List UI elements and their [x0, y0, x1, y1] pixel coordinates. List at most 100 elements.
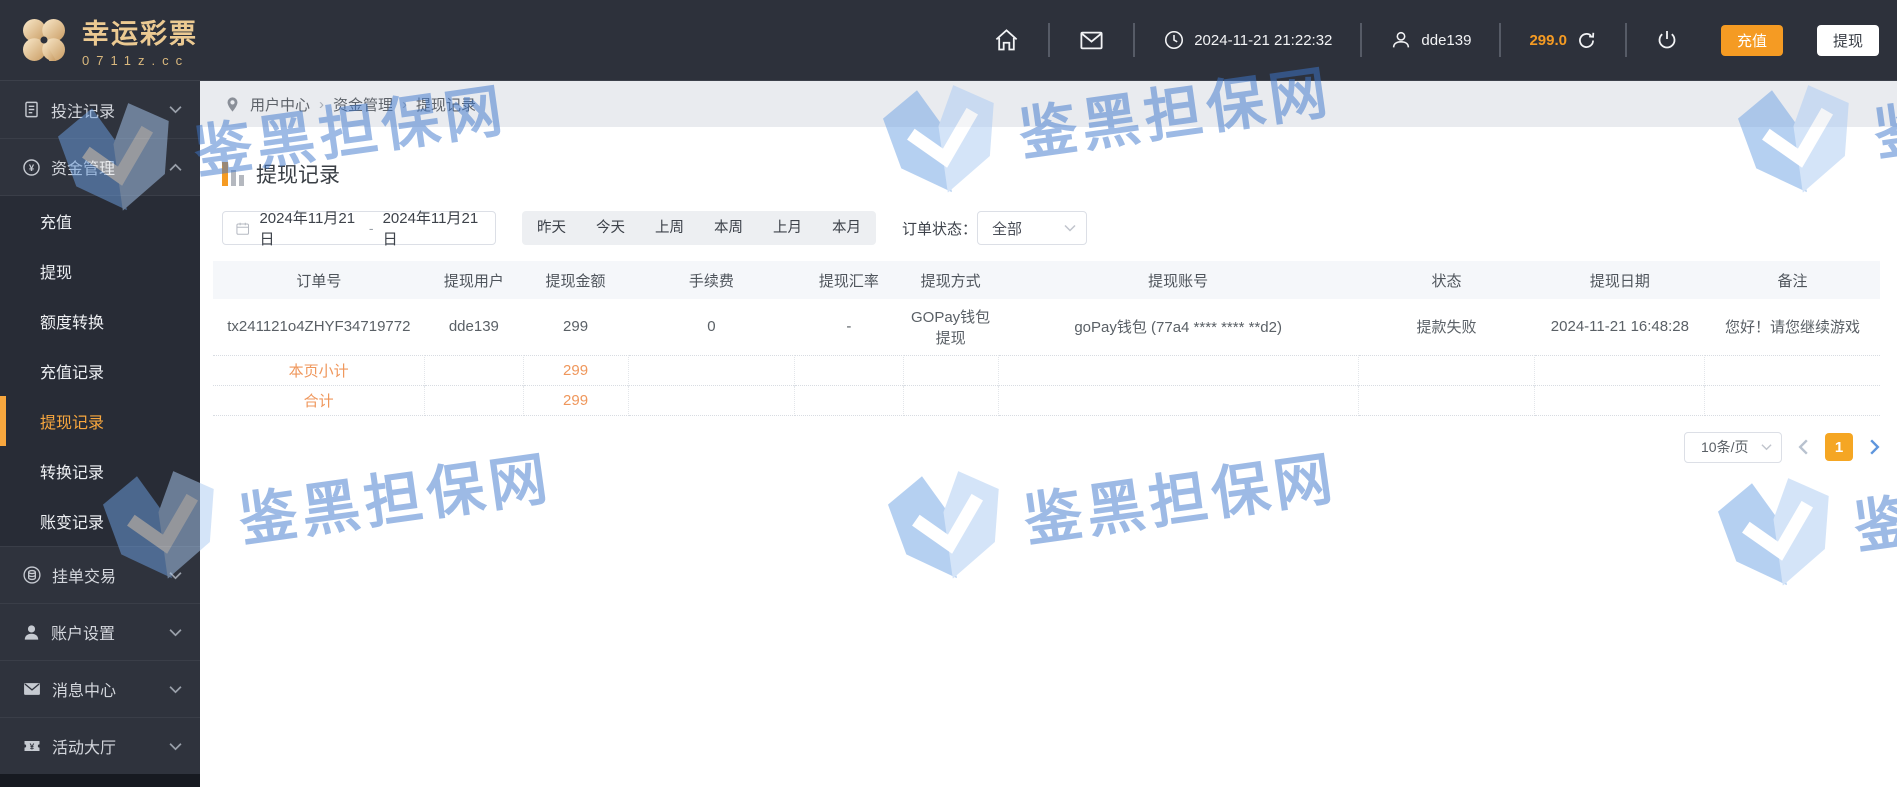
sidebar-item-account-change-records[interactable]: 账变记录 [0, 496, 200, 546]
recharge-button[interactable]: 充值 [1721, 24, 1783, 56]
breadcrumb-item-funds[interactable]: 资金管理 [333, 94, 393, 115]
order-status-select[interactable]: 全部 [977, 211, 1088, 245]
filter-this-month[interactable]: 本月 [817, 211, 876, 245]
header-divider [1048, 23, 1051, 57]
chevron-down-icon [169, 571, 182, 580]
app-root: 幸运彩票 0711z.cc 2024-11-21 21:22:32 dde139 [0, 0, 1897, 787]
chevron-up-icon [169, 163, 182, 172]
chevron-down-icon [1761, 444, 1772, 451]
location-pin-icon [227, 96, 238, 112]
pending-orders-icon [23, 566, 41, 584]
page-title: 提现记录 [256, 164, 340, 187]
withdraw-button[interactable]: 提现 [1817, 24, 1879, 56]
funds-icon: ¥ [23, 158, 40, 176]
filter-last-month[interactable]: 上月 [758, 211, 817, 245]
filter-last-week[interactable]: 上周 [640, 211, 699, 245]
withdraw-records-table: 订单号 提现用户 提现金额 手续费 提现汇率 提现方式 提现账号 状态 提现日期… [213, 261, 1880, 416]
header-divider [1133, 23, 1136, 57]
order-status-label: 订单状态： [902, 220, 978, 238]
pagination: 10条/页 1 [213, 431, 1880, 463]
content: 提现记录 2024年11月21日 - 2024年11月21日 昨天 今天 上周 … [200, 127, 1897, 787]
cell-user: dde139 [448, 318, 499, 336]
site-title: 幸运彩票 [82, 19, 198, 49]
sidebar-bottom-strip [0, 774, 200, 787]
top-header: 幸运彩票 0711z.cc 2024-11-21 21:22:32 dde139 [0, 0, 1897, 81]
account-settings-icon [24, 624, 39, 640]
user-menu[interactable]: dde139 [1390, 29, 1471, 51]
date-start: 2024年11月21日 [259, 210, 356, 248]
sidebar: 投注记录 ¥ 资金管理 充值 提现 额度转换 充值记录 提现记录 转换记录 账变… [0, 81, 200, 787]
sidebar-item-withdraw-records[interactable]: 提现记录 [0, 396, 200, 446]
page-number-button[interactable]: 1 [1825, 433, 1853, 461]
total-amount: 299 [523, 384, 629, 416]
quick-date-filters: 昨天 今天 上周 本周 上月 本月 [522, 211, 876, 245]
clover-logo-icon [23, 19, 65, 61]
cell-rate: - [846, 318, 852, 336]
table-header-row: 订单号 提现用户 提现金额 手续费 提现汇率 提现方式 提现账号 状态 提现日期… [213, 261, 1880, 299]
date-end: 2024年11月21日 [382, 210, 479, 248]
sidebar-item-deposit-records[interactable]: 充值记录 [0, 346, 200, 396]
message-center-icon [24, 683, 40, 695]
sidebar-item-activity-hall[interactable]: ¥ 活动大厅 [0, 717, 200, 774]
mail-icon[interactable] [1078, 27, 1105, 54]
cell-amount: 299 [563, 318, 589, 336]
sidebar-item-transfer-records[interactable]: 转换记录 [0, 446, 200, 496]
chevron-down-icon [169, 105, 182, 114]
logo: 幸运彩票 0711z.cc [0, 12, 260, 68]
sidebar-item-account-settings[interactable]: 账户设置 [0, 603, 200, 660]
table-row: tx241121o4ZHYF34719772 dde139 299 0 - GO… [213, 299, 1880, 355]
sidebar-item-deposit[interactable]: 充值 [0, 196, 200, 246]
sidebar-item-funds-management[interactable]: ¥ 资金管理 [0, 138, 200, 195]
subtotal-label: 本页小计 [213, 354, 426, 385]
clock-icon [1165, 30, 1184, 50]
chevron-down-icon [169, 628, 182, 637]
filter-today[interactable]: 今天 [581, 211, 640, 245]
sidebar-item-message-center[interactable]: 消息中心 [0, 660, 200, 717]
sidebar-item-quota-transfer[interactable]: 额度转换 [0, 296, 200, 346]
site-domain: 0711z.cc [82, 53, 190, 68]
activity-hall-icon: ¥ [24, 741, 40, 751]
prev-page-icon[interactable] [1798, 439, 1809, 455]
next-page-icon[interactable] [1869, 439, 1880, 455]
main-area: 用户中心 › 资金管理 › 提现记录 提现记录 2024年11月21日 - 20… [200, 81, 1897, 787]
subtotal-amount: 299 [523, 354, 629, 385]
logout-power-icon[interactable] [1655, 28, 1679, 52]
user-icon [1393, 31, 1410, 48]
svg-text:¥: ¥ [30, 741, 35, 751]
breadcrumb-item-withdraw-records: 提现记录 [416, 96, 477, 114]
chevron-down-icon [1064, 224, 1076, 232]
date-range-picker[interactable]: 2024年11月21日 - 2024年11月21日 [222, 210, 496, 248]
filter-yesterday[interactable]: 昨天 [522, 211, 581, 245]
header-divider [1499, 23, 1502, 57]
breadcrumb-item-user-center[interactable]: 用户中心 [250, 94, 310, 115]
refresh-icon[interactable] [1576, 30, 1597, 51]
cell-account: goPay钱包 (77a4 **** **** **d2) [1074, 319, 1282, 337]
breadcrumb-separator: › [402, 95, 408, 113]
cell-order-no: tx241121o4ZHYF34719772 [227, 318, 411, 336]
chart-bars-icon [222, 162, 244, 186]
sidebar-item-withdraw[interactable]: 提现 [0, 246, 200, 296]
sidebar-item-bet-records[interactable]: 投注记录 [0, 81, 200, 138]
breadcrumb: 用户中心 › 资金管理 › 提现记录 [200, 81, 1897, 127]
home-icon[interactable] [993, 27, 1020, 54]
cell-fee: 0 [707, 318, 716, 336]
chevron-down-icon [169, 685, 182, 694]
balance-widget: 299.0 [1529, 30, 1597, 51]
sidebar-item-pending-orders[interactable]: 挂单交易 [0, 546, 200, 603]
funds-submenu: 充值 提现 额度转换 充值记录 提现记录 转换记录 账变记录 [0, 195, 200, 546]
page-size-select[interactable]: 10条/页 [1684, 431, 1782, 463]
header-divider [1625, 23, 1627, 57]
datetime-text: 2024-11-21 21:22:32 [1194, 31, 1333, 49]
svg-text:¥: ¥ [29, 163, 35, 174]
header-divider [1360, 23, 1363, 57]
cell-remark: 您好！请您继续游戏 [1724, 319, 1860, 337]
cell-date: 2024-11-21 16:48:28 [1550, 318, 1689, 336]
filter-row: 2024年11月21日 - 2024年11月21日 昨天 今天 上周 本周 上月… [213, 210, 1880, 248]
subtotal-row: 本页小计 299 [213, 354, 1880, 385]
filter-this-week[interactable]: 本周 [699, 211, 758, 245]
calendar-icon [236, 222, 250, 235]
cell-status: 提款失败 [1416, 319, 1477, 337]
total-label: 合计 [213, 384, 426, 416]
bet-records-icon [25, 101, 38, 118]
breadcrumb-separator: › [319, 95, 325, 113]
